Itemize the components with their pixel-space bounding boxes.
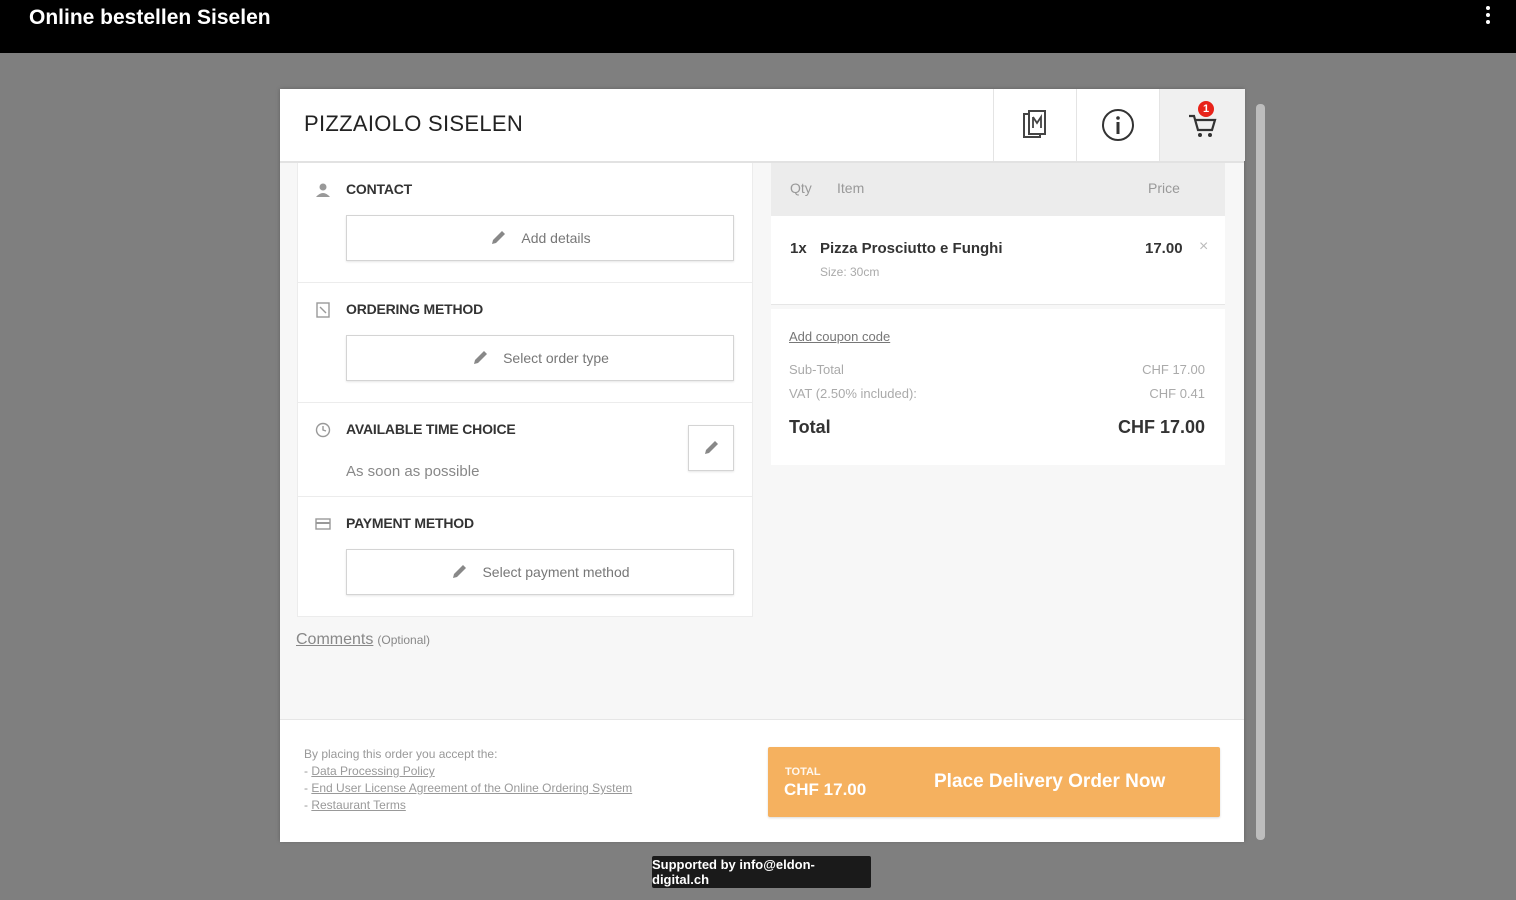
contact-section: CONTACT Add details [297, 163, 753, 283]
pencil-icon [453, 565, 467, 578]
cart-item-row: 1x Pizza Prosciutto e Funghi Size: 30cm … [771, 216, 1225, 305]
add-coupon-link[interactable]: Add coupon code [789, 329, 890, 344]
ordering-method-section: ORDERING METHOD Select order type [297, 283, 753, 403]
cart-button[interactable]: 1 [1159, 89, 1245, 161]
item-price: 17.00 [1145, 240, 1183, 257]
data-processing-policy-link[interactable]: Data Processing Policy [311, 764, 434, 778]
time-choice-value: As soon as possible [346, 463, 480, 480]
order-total-label: TOTAL [785, 766, 821, 778]
price-column-header: Price [1148, 180, 1180, 196]
total-row: Total CHF 17.00 [789, 417, 1205, 438]
credit-card-icon [315, 518, 331, 530]
place-order-label: Place Delivery Order Now [934, 771, 1166, 792]
item-column-header: Item [837, 180, 865, 196]
vat-value: CHF 0.41 [1149, 386, 1205, 401]
payment-method-title: PAYMENT METHOD [346, 515, 474, 531]
item-name: Pizza Prosciutto e Funghi [820, 240, 1003, 257]
accept-text: By placing this order you accept the: [304, 747, 498, 761]
select-order-type-button[interactable]: Select order type [346, 335, 734, 381]
menu-button[interactable] [993, 89, 1076, 161]
subtotal-row: Sub-Total CHF 17.00 [789, 362, 1205, 377]
order-total-value: CHF 17.00 [784, 780, 867, 799]
cart-table-header: Qty Item Price [771, 163, 1225, 216]
modal-footer: By placing this order you accept the: - … [280, 719, 1244, 842]
add-details-button[interactable]: Add details [346, 215, 734, 261]
remove-item-icon[interactable]: × [1199, 238, 1208, 256]
pencil-icon [492, 231, 506, 244]
time-choice-section: AVAILABLE TIME CHOICE As soon as possibl… [297, 403, 753, 497]
pencil-icon [705, 441, 718, 454]
restaurant-name: PIZZAIOLO SISELEN [304, 111, 524, 136]
comments-label: Comments [296, 631, 374, 648]
comments-optional-label: (Optional) [377, 633, 431, 647]
subtotal-value: CHF 17.00 [1142, 362, 1205, 377]
legal-notice: By placing this order you accept the: - … [304, 747, 633, 812]
eula-link[interactable]: End User License Agreement of the Online… [311, 781, 632, 795]
qty-column-header: Qty [790, 180, 812, 196]
vat-label: VAT (2.50% included): [789, 386, 917, 401]
total-label: Total [789, 417, 831, 437]
ordering-method-title: ORDERING METHOD [346, 301, 484, 317]
order-modal: PIZZAIOLO SISELEN 1 CONTACT Add details … [280, 89, 1245, 842]
cart-totals: Add coupon code Sub-Total CHF 17.00 VAT … [771, 309, 1225, 465]
info-button[interactable] [1076, 89, 1159, 161]
item-qty: 1x [790, 240, 807, 257]
payment-method-section: PAYMENT METHOD Select payment method [297, 497, 753, 617]
order-type-icon [316, 302, 330, 318]
select-payment-method-label: Select payment method [482, 564, 630, 580]
subtotal-label: Sub-Total [789, 362, 844, 377]
select-order-type-label: Select order type [503, 350, 609, 366]
menu-book-icon [1023, 110, 1046, 138]
select-payment-method-button[interactable]: Select payment method [346, 549, 734, 595]
info-icon [1102, 109, 1134, 141]
edit-time-button[interactable] [688, 425, 734, 471]
modal-header: PIZZAIOLO SISELEN 1 [280, 89, 1245, 163]
top-app-bar: Online bestellen Siselen [0, 0, 1516, 53]
place-order-button[interactable]: TOTAL CHF 17.00 Place Delivery Order Now [768, 747, 1220, 817]
supported-by-badge: Supported by info@eldon-digital.ch [652, 856, 871, 888]
cart-count-badge: 1 [1198, 101, 1214, 117]
clock-icon [315, 422, 331, 438]
vat-row: VAT (2.50% included): CHF 0.41 [789, 386, 1205, 401]
restaurant-terms-link[interactable]: Restaurant Terms [311, 798, 405, 812]
cart-summary: Qty Item Price 1x Pizza Prosciutto e Fun… [771, 163, 1225, 465]
contact-title: CONTACT [346, 181, 412, 197]
time-choice-title: AVAILABLE TIME CHOICE [346, 421, 516, 437]
checkout-form: CONTACT Add details ORDERING METHOD Sele… [297, 163, 753, 617]
more-options-icon[interactable] [1484, 6, 1492, 26]
app-title: Online bestellen Siselen [29, 6, 271, 29]
item-size: Size: 30cm [820, 265, 880, 279]
add-details-label: Add details [521, 230, 591, 246]
total-value: CHF 17.00 [1117, 417, 1205, 437]
pencil-icon [474, 351, 488, 364]
comments-link[interactable]: Comments (Optional) [296, 631, 430, 649]
person-icon [316, 183, 330, 197]
scrollbar[interactable] [1256, 104, 1265, 840]
